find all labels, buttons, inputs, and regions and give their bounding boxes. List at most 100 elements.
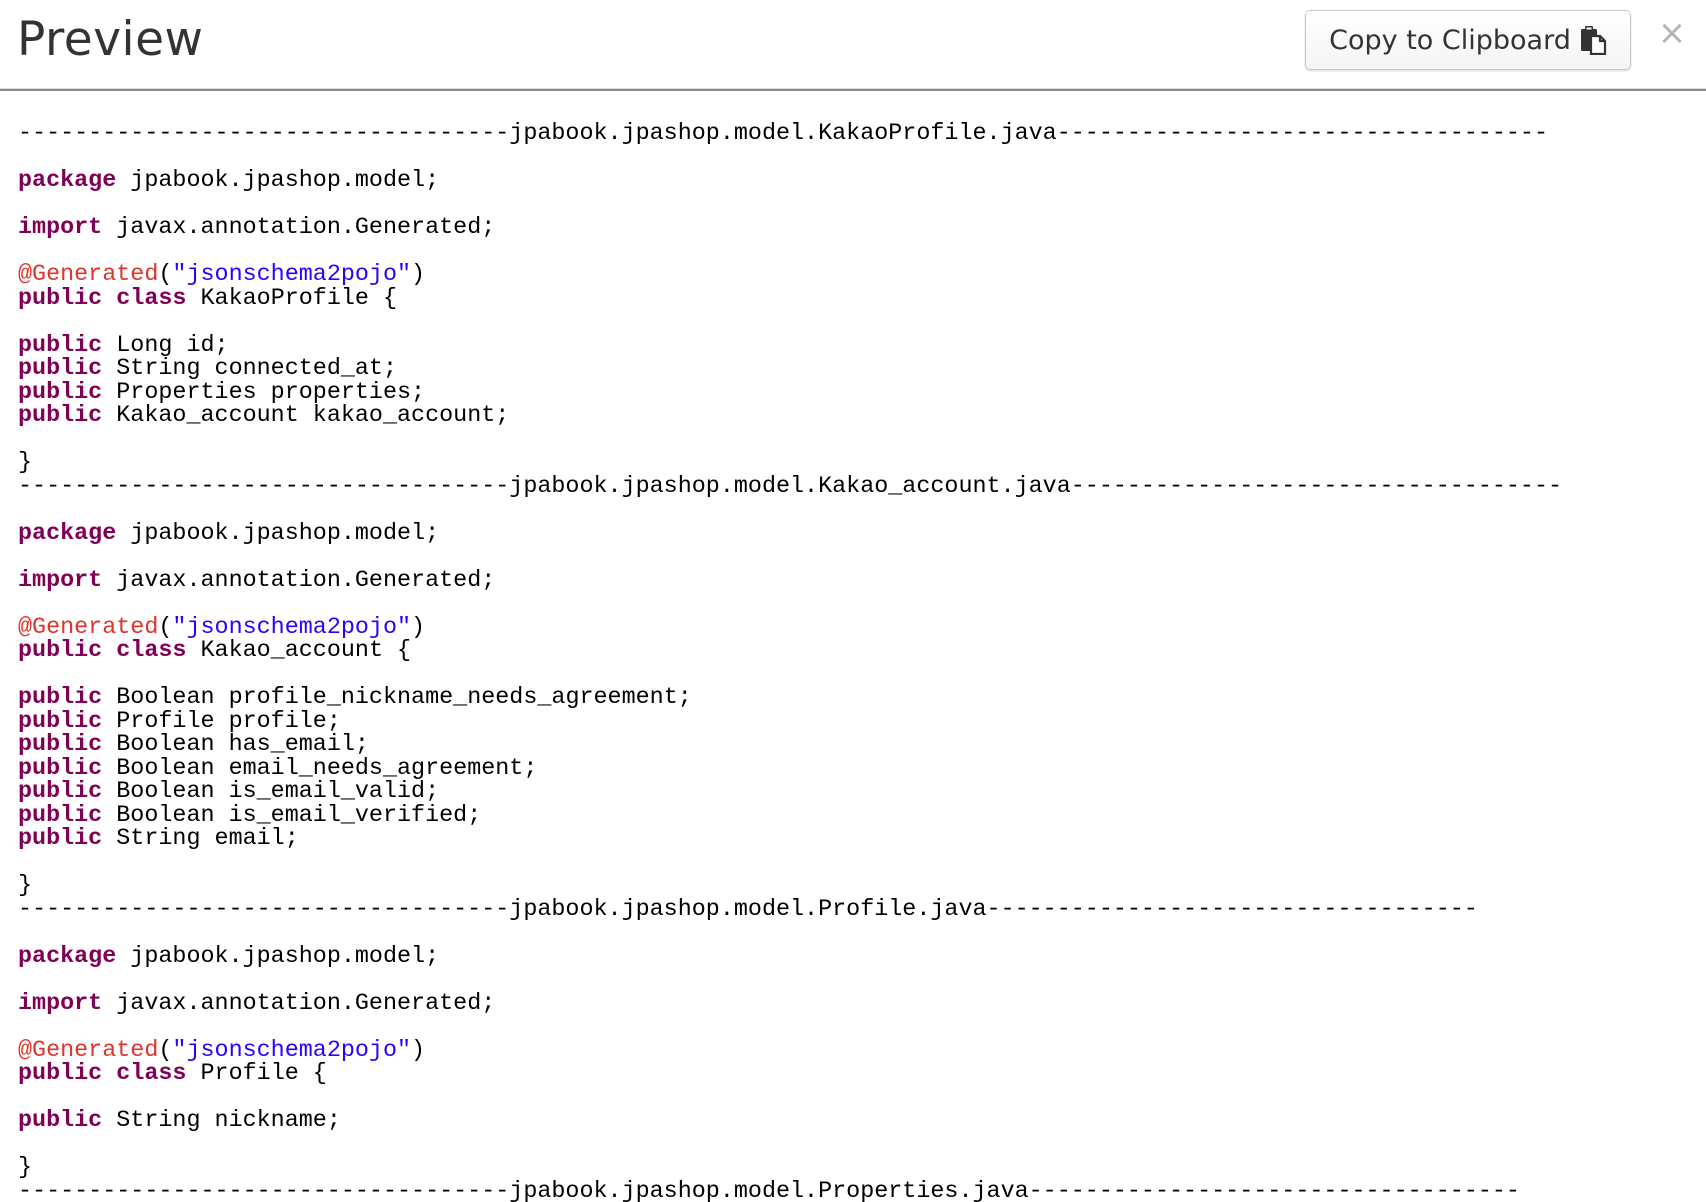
copy-button-label: Copy to Clipboard [1329,24,1571,56]
code-line: public class Kakao_account { [18,638,1562,664]
code-line: public Boolean is_email_verified; [18,802,1562,829]
code-keyword: public [18,1061,103,1087]
code-text: String email; [102,826,299,852]
code-text: jpabook.jpashop.model; [116,943,440,970]
code-text: Boolean email_needs_agreement; [102,755,538,782]
copy-to-clipboard-button[interactable]: Copy to Clipboard [1305,10,1631,70]
code-line: public Profile profile; [18,708,1562,735]
code-text: ( [158,1037,173,1064]
code-line: import javax.annotation.Generated; [18,215,1562,241]
code-line: -----------------------------------jpabo… [18,1178,1562,1202]
code-keyword: public [18,403,103,429]
code-keyword: package [18,943,117,970]
header-divider [0,88,1706,91]
code-text: jpabook.jpashop.model; [116,168,440,194]
code-line: @Generated("jsonschema2pojo") [18,262,1562,288]
code-line: } [18,450,1562,476]
code-text: Boolean profile_nickname_needs_agreement… [102,685,692,711]
code-line: public Long id; [18,332,1562,359]
code-keyword: public [18,379,103,406]
code-text: } [18,450,33,476]
code-keyword: public [18,285,103,312]
code-annotation: @Generated [18,1037,159,1064]
code-text: Boolean is_email_verified; [102,802,482,829]
code-line: package jpabook.jpashop.model; [18,943,1562,970]
code-line: import javax.annotation.Generated; [18,990,1562,1017]
page-title: Preview [17,12,204,67]
code-text: Profile profile; [102,708,341,735]
preview-header: Preview Copy to Clipboard × [0,0,1706,90]
code-line: public Properties properties; [18,379,1562,406]
code-keyword: package [18,168,117,194]
code-line: public Boolean has_email; [18,733,1562,758]
code-text: javax.annotation.Generated; [102,567,496,594]
code-text: Kakao_account { [186,638,412,664]
code-keyword: public [18,826,103,852]
code-text: -----------------------------------jpabo… [18,473,1563,500]
code-text: jpabook.jpashop.model; [116,520,440,547]
code-text: String connected_at; [102,356,398,382]
code-text: String nickname; [102,1108,341,1134]
code-string: "jsonschema2pojo" [172,614,412,641]
code-line: -----------------------------------jpabo… [18,121,1562,147]
code-line: } [18,874,1562,899]
code-keyword: class [116,1061,187,1087]
code-text: } [18,1155,33,1181]
code-line: import javax.annotation.Generated; [18,567,1562,594]
code-text: ( [158,614,173,641]
code-line: } [18,1155,1562,1181]
code-text: Long id; [102,332,229,359]
code-keyword: public [18,779,103,805]
code-line: -----------------------------------jpabo… [18,896,1562,923]
code-keyword: public [18,332,103,359]
code-keyword: public [18,1108,103,1134]
code-annotation: @Generated [18,262,159,288]
code-text: -----------------------------------jpabo… [18,121,1548,147]
code-line: public Boolean email_needs_agreement; [18,755,1562,782]
clipboard-icon [1579,25,1607,56]
code-line: public String email; [18,826,1562,852]
code-line: @Generated("jsonschema2pojo") [18,614,1562,641]
code-text: ) [411,1037,426,1064]
code-annotation: @Generated [18,614,159,641]
code-keyword: public [18,802,103,829]
code-line: public Boolean is_email_valid; [18,779,1562,805]
code-string: "jsonschema2pojo" [172,262,412,288]
code-line: public class Profile { [18,1061,1562,1087]
code-preview: -----------------------------------jpabo… [18,121,1563,1202]
code-text: Properties properties; [102,379,426,406]
code-line: -----------------------------------jpabo… [18,473,1563,500]
code-text: -----------------------------------jpabo… [18,896,1478,923]
close-button[interactable]: × [1657,16,1687,50]
code-text: ) [411,614,426,641]
code-keyword: import [18,215,103,241]
code-keyword: class [116,285,187,312]
code-text: Boolean is_email_valid; [102,779,440,805]
code-text: Profile { [186,1061,327,1087]
code-text: KakaoProfile { [186,285,398,312]
code-string: "jsonschema2pojo" [172,1037,412,1064]
code-keyword: public [18,708,103,735]
code-line: @Generated("jsonschema2pojo") [18,1037,1562,1064]
code-text: -----------------------------------jpabo… [18,1178,1520,1202]
code-keyword: import [18,567,103,594]
code-line: public Kakao_account kakao_account; [18,403,1562,429]
code-keyword: public [18,755,103,782]
code-keyword: public [18,638,103,664]
code-text: javax.annotation.Generated; [102,990,496,1017]
